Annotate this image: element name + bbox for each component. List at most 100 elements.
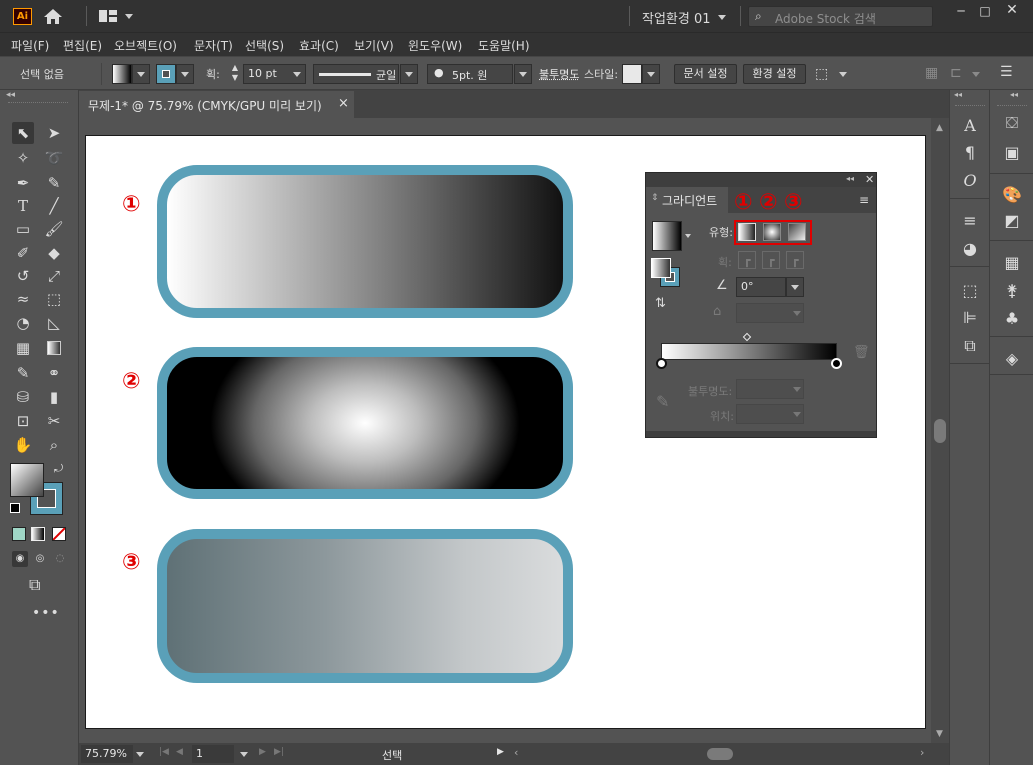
reverse-gradient-icon[interactable]: ⇅ (655, 296, 666, 311)
blend-tool-icon[interactable]: ⚭ (43, 362, 65, 384)
chevron-down-icon[interactable] (125, 14, 133, 19)
fill-dropdown[interactable] (132, 64, 150, 84)
close-tab-icon[interactable]: × (338, 96, 349, 111)
slice-tool-icon[interactable]: ✂ (43, 410, 65, 432)
maximize-button[interactable]: □ (973, 4, 997, 20)
menu-view[interactable]: 보기(V) (354, 37, 394, 54)
menu-file[interactable]: 파일(F) (11, 37, 49, 54)
location-input[interactable] (736, 404, 804, 424)
color-mode-icon[interactable] (12, 527, 26, 541)
paragraph-panel-icon[interactable]: ¶ (958, 142, 982, 164)
curvature-tool-icon[interactable]: ✎ (43, 172, 65, 194)
angle-dropdown[interactable] (786, 277, 804, 297)
home-icon[interactable] (43, 8, 63, 25)
type-tool-icon[interactable]: T (12, 195, 34, 217)
swatches-panel-icon[interactable]: ▦ (1000, 252, 1024, 274)
horizontal-scrollbar[interactable]: ‹ › (511, 745, 931, 763)
artboard-dropdown[interactable] (240, 752, 248, 757)
next-artboard-icon[interactable]: ▶ (259, 747, 266, 757)
gradient-panel-tab[interactable]: ⇕ 그라디언트 (646, 187, 728, 214)
pen-tool-icon[interactable]: ✒ (12, 172, 34, 194)
symbol-sprayer-tool-icon[interactable]: ⛁ (12, 386, 34, 408)
direct-selection-tool-icon[interactable]: ➤ (43, 122, 65, 144)
document-setup-button[interactable]: 문서 설정 (674, 64, 737, 84)
variable-width-profile[interactable]: 균일 (313, 64, 399, 84)
profile-dropdown[interactable] (400, 64, 418, 84)
stock-search-input[interactable]: ⌕ Adobe Stock 검색 (748, 6, 933, 27)
menu-object[interactable]: 오브젝트(O) (114, 37, 177, 54)
stroke-across-button[interactable]: ┏ (786, 251, 804, 269)
character-panel-icon[interactable]: A (958, 115, 982, 137)
previous-artboard-icon[interactable]: ◀ (176, 747, 183, 757)
zoom-dropdown[interactable] (136, 752, 144, 757)
brushes-panel-icon[interactable]: ⚵ (1000, 280, 1024, 302)
properties-panel-icon[interactable]: ▣ (1000, 142, 1024, 164)
draw-normal-icon[interactable]: ◉ (12, 551, 28, 567)
stroke-panel-icon[interactable]: ≡ (958, 210, 982, 232)
eyedropper-tool-icon[interactable]: ✎ (12, 362, 34, 384)
stroke-along-button[interactable]: ┏ (762, 251, 780, 269)
status-menu-icon[interactable]: ▶ (497, 747, 504, 757)
vertical-scroll-thumb[interactable] (934, 419, 946, 443)
close-button[interactable]: ✕ (998, 2, 1026, 20)
midpoint-diamond-icon[interactable] (743, 333, 751, 341)
eraser-tool-icon[interactable]: ◆ (43, 242, 65, 264)
lasso-tool-icon[interactable]: ➰ (43, 147, 65, 169)
width-tool-icon[interactable]: ≈ (12, 288, 34, 310)
brush-definition[interactable]: ● 5pt. 원 (427, 64, 513, 84)
transform-icon[interactable]: ⊏ (950, 65, 962, 81)
stroke-weight-stepper[interactable]: ▲ ▼ (229, 63, 241, 85)
gradient-preview-swatch[interactable] (652, 221, 682, 251)
opacity-link[interactable]: 불투명도 (539, 66, 579, 82)
free-transform-tool-icon[interactable]: ⬚ (43, 288, 65, 310)
radial-gradient-shape[interactable] (157, 347, 573, 499)
selection-tool-icon[interactable]: ⬉ (12, 122, 34, 144)
fill-swatch[interactable] (112, 64, 132, 84)
freeform-gradient-shape[interactable] (157, 529, 573, 683)
arrange-documents-icon[interactable] (99, 9, 121, 23)
brush-dropdown[interactable] (514, 64, 532, 84)
hand-tool-icon[interactable]: ✋ (12, 434, 34, 456)
rotate-tool-icon[interactable]: ↺ (12, 265, 34, 287)
symbols-panel-icon[interactable]: ♣ (1000, 308, 1024, 330)
edit-toolbar-icon[interactable]: ••• (32, 605, 60, 621)
chevron-down-icon[interactable] (972, 72, 980, 77)
line-tool-icon[interactable]: ╱ (43, 195, 65, 217)
menu-window[interactable]: 윈도우(W) (408, 37, 462, 54)
align-icon[interactable]: ▦ (925, 65, 938, 81)
stroke-within-button[interactable]: ┏ (738, 251, 756, 269)
collapse-panel-icon[interactable]: ◂◂ (846, 174, 854, 183)
preferences-button[interactable]: 환경 설정 (743, 64, 806, 84)
first-artboard-icon[interactable]: |◀ (159, 747, 169, 757)
artboard-tool-icon[interactable]: ⊡ (12, 410, 34, 432)
gradient-preset-dropdown[interactable] (685, 234, 691, 238)
horizontal-scroll-thumb[interactable] (707, 748, 733, 760)
column-graph-tool-icon[interactable]: ▮ (43, 386, 65, 408)
end-color-stop[interactable] (831, 358, 842, 369)
libraries-panel-icon[interactable]: ⛋ (1000, 112, 1024, 134)
stroke-weight-input[interactable]: 10 pt (243, 64, 306, 84)
collapse-toolbox-icon[interactable]: ◂◂ (6, 90, 15, 100)
eyedropper-icon[interactable]: ✎ (656, 392, 669, 411)
style-dropdown[interactable] (642, 64, 660, 84)
default-colors-icon[interactable] (10, 503, 20, 513)
fill-color-swatch[interactable] (10, 463, 44, 497)
transform-panel-icon[interactable]: ⬚ (958, 280, 982, 302)
paintbrush-tool-icon[interactable]: 🖌 (43, 218, 65, 240)
close-panel-icon[interactable]: ✕ (865, 173, 874, 186)
freeform-gradient-button[interactable] (788, 223, 806, 241)
opacity-input[interactable] (736, 379, 804, 399)
menu-edit[interactable]: 편집(E) (63, 37, 102, 54)
graphic-style-swatch[interactable] (622, 64, 642, 84)
zoom-input[interactable]: 75.79% (81, 745, 133, 763)
magic-wand-tool-icon[interactable]: ✧ (12, 147, 34, 169)
mesh-tool-icon[interactable]: ▦ (12, 337, 34, 359)
menu-effect[interactable]: 효과(C) (299, 37, 339, 54)
chevron-down-icon[interactable] (718, 15, 726, 20)
scale-tool-icon[interactable]: ⤢ (43, 265, 65, 287)
control-bar-menu-icon[interactable]: ☰ (1000, 64, 1013, 80)
linear-gradient-shape[interactable] (157, 165, 573, 318)
select-similar-icon[interactable]: ⬚ (815, 64, 835, 84)
angle-input[interactable]: 0° (736, 277, 786, 297)
zoom-tool-icon[interactable]: ⌕ (43, 434, 65, 456)
